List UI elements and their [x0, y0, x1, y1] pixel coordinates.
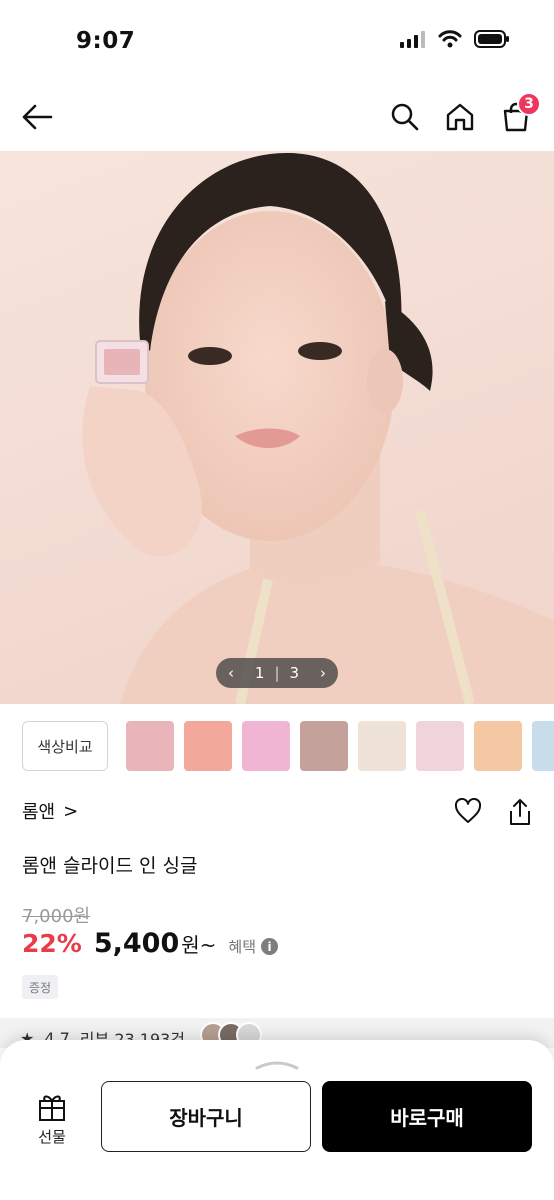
color-swatch[interactable] [184, 721, 232, 771]
sheet-handle-icon[interactable] [254, 1058, 300, 1072]
pager-total: 3 [289, 664, 300, 682]
color-swatch[interactable] [416, 721, 464, 771]
chevron-right-icon: > [63, 800, 79, 822]
signal-icon [400, 31, 425, 48]
pager-separator: | [274, 664, 280, 682]
pager-current: 1 [254, 664, 265, 682]
color-swatch[interactable] [474, 721, 522, 771]
search-icon [391, 103, 419, 131]
status-bar: 9:07 [0, 0, 554, 80]
cart-button[interactable]: 3 [499, 92, 541, 134]
home-button[interactable] [443, 100, 477, 134]
arrow-left-icon [22, 104, 53, 130]
add-to-cart-button[interactable]: 장바구니 [101, 1081, 311, 1152]
product-title: 롬앤 슬라이드 인 싱글 [22, 855, 198, 877]
product-actions [454, 798, 532, 826]
color-swatch[interactable] [242, 721, 290, 771]
discount-rate: 22% [22, 929, 82, 958]
status-time: 9:07 [76, 28, 136, 54]
color-swatch[interactable] [126, 721, 174, 771]
benefit-info[interactable]: 혜택 i [228, 936, 279, 957]
search-button[interactable] [388, 100, 422, 134]
price-unit: 원~ [181, 933, 217, 957]
prev-image-icon[interactable]: ‹ [228, 664, 234, 682]
share-icon[interactable] [508, 798, 532, 826]
product-image[interactable]: ‹ 1 | 3 › [0, 151, 554, 704]
gift-icon [39, 1095, 65, 1121]
price-row: 22% 5,400 원~ 혜택 i [22, 928, 279, 959]
compare-colors-button[interactable]: 색상비교 [22, 721, 108, 771]
back-button[interactable] [20, 100, 54, 134]
original-price: 7,000원 [22, 906, 91, 927]
battery-icon [474, 30, 509, 48]
cart-count-badge: 3 [517, 92, 541, 116]
brand-name: 롬앤 [22, 802, 56, 823]
status-icons [400, 30, 510, 48]
home-icon [446, 103, 474, 131]
gift-label: 선물 [38, 1128, 66, 1146]
wifi-icon [438, 30, 462, 48]
sale-price: 5,400 [93, 928, 180, 959]
color-swatch[interactable] [532, 721, 554, 771]
info-icon: i [261, 938, 279, 955]
model-photo [82, 152, 554, 704]
gift-tag: 증정 [22, 975, 58, 999]
heart-icon[interactable] [454, 798, 482, 824]
benefit-label: 혜택 [228, 938, 257, 956]
top-nav: 3 [0, 86, 554, 150]
brand-row: 롬앤 > [22, 798, 532, 828]
color-swatch-list: 색상비교 [22, 721, 554, 775]
bottom-action-sheet: 선물 장바구니 바로구매 [0, 1040, 554, 1200]
color-swatch[interactable] [300, 721, 348, 771]
gift-button[interactable]: 선물 [22, 1090, 82, 1160]
color-swatch[interactable] [358, 721, 406, 771]
next-image-icon[interactable]: › [320, 664, 326, 682]
pager-counter: 1 | 3 [255, 664, 299, 682]
buy-now-button[interactable]: 바로구매 [322, 1081, 532, 1152]
image-pager: ‹ 1 | 3 › [216, 658, 338, 688]
